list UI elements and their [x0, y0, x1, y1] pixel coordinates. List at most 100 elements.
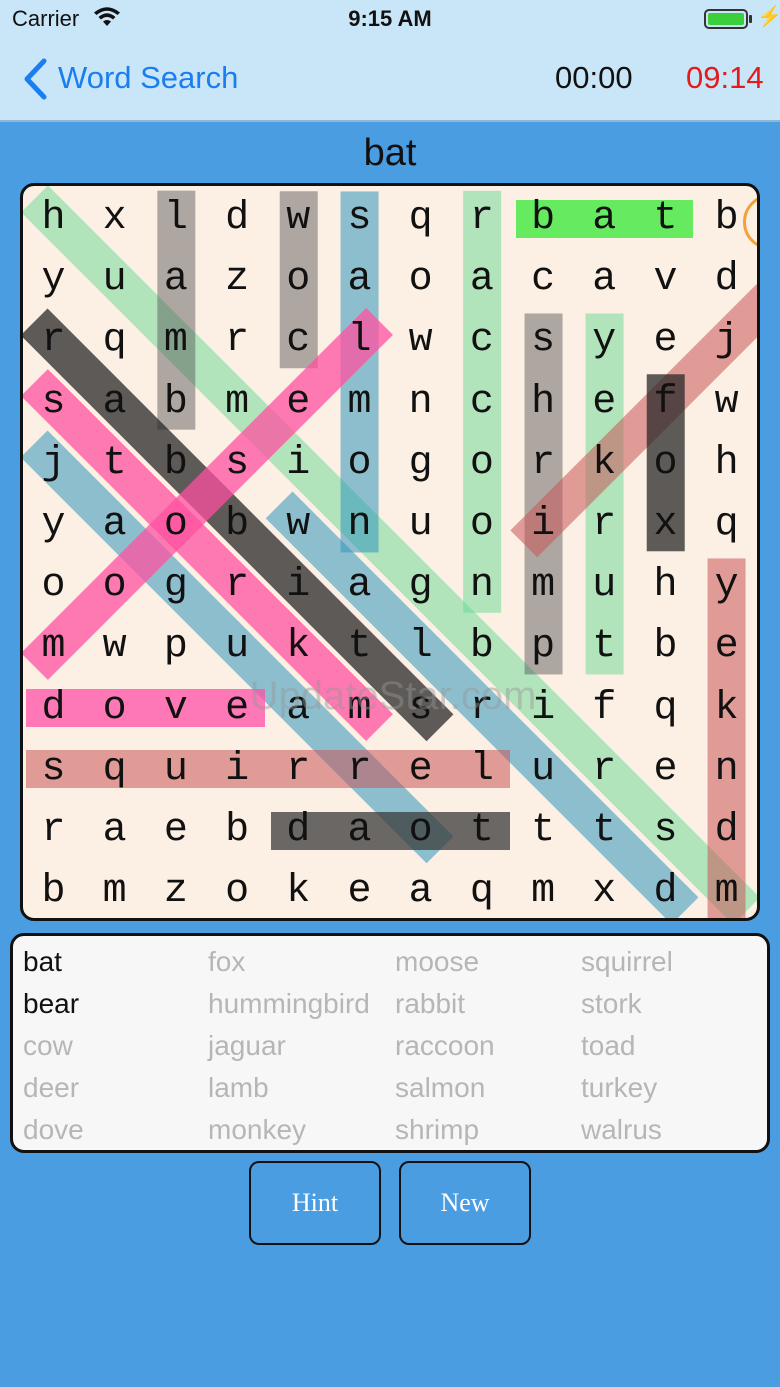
grid-cell[interactable]: d	[696, 249, 757, 310]
new-game-button[interactable]: New	[399, 1161, 531, 1245]
grid-cell[interactable]: e	[207, 678, 268, 739]
grid-cell[interactable]: l	[390, 616, 451, 677]
grid-cell[interactable]: r	[268, 739, 329, 800]
grid-cell[interactable]: b	[207, 800, 268, 861]
grid-cell[interactable]: m	[329, 678, 390, 739]
grid-cell[interactable]: l	[145, 188, 206, 249]
grid-cell[interactable]: c	[268, 310, 329, 371]
grid-cell[interactable]: n	[390, 372, 451, 433]
grid-cell[interactable]: r	[574, 494, 635, 555]
grid-cell[interactable]: c	[451, 310, 512, 371]
grid-cell[interactable]: o	[84, 555, 145, 616]
grid-cell[interactable]: d	[207, 188, 268, 249]
grid-cell[interactable]: g	[145, 555, 206, 616]
grid-cell[interactable]: o	[451, 494, 512, 555]
grid-cell[interactable]: n	[696, 739, 757, 800]
grid-cell[interactable]: a	[329, 800, 390, 861]
grid-cell[interactable]: s	[207, 433, 268, 494]
grid-cell[interactable]: o	[84, 678, 145, 739]
grid-cell[interactable]: e	[635, 739, 696, 800]
grid-cell[interactable]: b	[451, 616, 512, 677]
back-button[interactable]: Word Search	[58, 60, 238, 96]
grid-cell[interactable]: u	[145, 739, 206, 800]
grid-cell[interactable]: s	[635, 800, 696, 861]
grid-cell[interactable]: q	[696, 494, 757, 555]
grid-cell[interactable]: o	[207, 861, 268, 918]
grid-cell[interactable]: c	[451, 372, 512, 433]
grid-cell[interactable]: o	[390, 249, 451, 310]
grid-cell[interactable]: i	[513, 678, 574, 739]
grid-cell[interactable]: d	[696, 800, 757, 861]
hint-button[interactable]: Hint	[249, 1161, 381, 1245]
grid-cell[interactable]: h	[696, 433, 757, 494]
grid-cell[interactable]: o	[23, 555, 84, 616]
grid-cell[interactable]: x	[574, 861, 635, 918]
grid-cell[interactable]: r	[574, 739, 635, 800]
grid-cell[interactable]: a	[84, 372, 145, 433]
grid-cell[interactable]: m	[145, 310, 206, 371]
grid-cell[interactable]: y	[23, 249, 84, 310]
grid-cell[interactable]: z	[145, 861, 206, 918]
grid-cell[interactable]: i	[268, 433, 329, 494]
grid-cell[interactable]: l	[329, 310, 390, 371]
grid-cell[interactable]: h	[23, 188, 84, 249]
grid-cell[interactable]: e	[574, 372, 635, 433]
grid-cell[interactable]: o	[145, 494, 206, 555]
grid-cell[interactable]: y	[696, 555, 757, 616]
grid-cell[interactable]: e	[696, 616, 757, 677]
grid-cell[interactable]: m	[696, 861, 757, 918]
grid-cell[interactable]: t	[574, 800, 635, 861]
grid-cell[interactable]: a	[145, 249, 206, 310]
grid-cell[interactable]: e	[268, 372, 329, 433]
letter-grid[interactable]: hxldwsqrbatbyuazoaoacavdrqmrclwcsyejsabm…	[20, 183, 760, 921]
grid-cell[interactable]: k	[574, 433, 635, 494]
grid-cell[interactable]: r	[207, 555, 268, 616]
grid-cell[interactable]: n	[451, 555, 512, 616]
grid-cell[interactable]: w	[696, 372, 757, 433]
grid-cell[interactable]: s	[513, 310, 574, 371]
grid-cell[interactable]: f	[635, 372, 696, 433]
grid-cell[interactable]: h	[635, 555, 696, 616]
grid-cell[interactable]: s	[329, 188, 390, 249]
grid-cell[interactable]: o	[268, 249, 329, 310]
grid-cell[interactable]: a	[390, 861, 451, 918]
grid-cell[interactable]: s	[390, 678, 451, 739]
grid-cell[interactable]: a	[84, 494, 145, 555]
grid-cell[interactable]: i	[207, 739, 268, 800]
grid-cell[interactable]: s	[23, 372, 84, 433]
grid-cell[interactable]: t	[574, 616, 635, 677]
grid-cell[interactable]: d	[23, 678, 84, 739]
grid-cell[interactable]: u	[390, 494, 451, 555]
grid-cell[interactable]: m	[84, 861, 145, 918]
grid-cell[interactable]: w	[84, 616, 145, 677]
grid-cell[interactable]: r	[23, 800, 84, 861]
grid-cell[interactable]: u	[574, 555, 635, 616]
grid-cell[interactable]: a	[574, 249, 635, 310]
grid-cell[interactable]: u	[84, 249, 145, 310]
grid-cell[interactable]: y	[23, 494, 84, 555]
grid-cell[interactable]: q	[84, 310, 145, 371]
grid-cell[interactable]: t	[84, 433, 145, 494]
grid-cell[interactable]: b	[635, 616, 696, 677]
grid-cell[interactable]: o	[329, 433, 390, 494]
grid-cell[interactable]: r	[23, 310, 84, 371]
grid-cell[interactable]: j	[23, 433, 84, 494]
grid-cell[interactable]: b	[23, 861, 84, 918]
grid-cell[interactable]: s	[23, 739, 84, 800]
grid-cell[interactable]: t	[513, 800, 574, 861]
grid-cell[interactable]: m	[207, 372, 268, 433]
grid-cell[interactable]: b	[207, 494, 268, 555]
grid-cell[interactable]: f	[574, 678, 635, 739]
grid-cell[interactable]: k	[268, 861, 329, 918]
grid-cell[interactable]: o	[635, 433, 696, 494]
grid-cell[interactable]: z	[207, 249, 268, 310]
grid-cell[interactable]: w	[268, 188, 329, 249]
grid-cell[interactable]: a	[451, 249, 512, 310]
grid-cell[interactable]: q	[635, 678, 696, 739]
grid-cell[interactable]: i	[268, 555, 329, 616]
grid-cell[interactable]: r	[451, 188, 512, 249]
grid-cell[interactable]: k	[268, 616, 329, 677]
grid-cell[interactable]: e	[329, 861, 390, 918]
grid-cell[interactable]: g	[390, 433, 451, 494]
grid-cell[interactable]: m	[329, 372, 390, 433]
